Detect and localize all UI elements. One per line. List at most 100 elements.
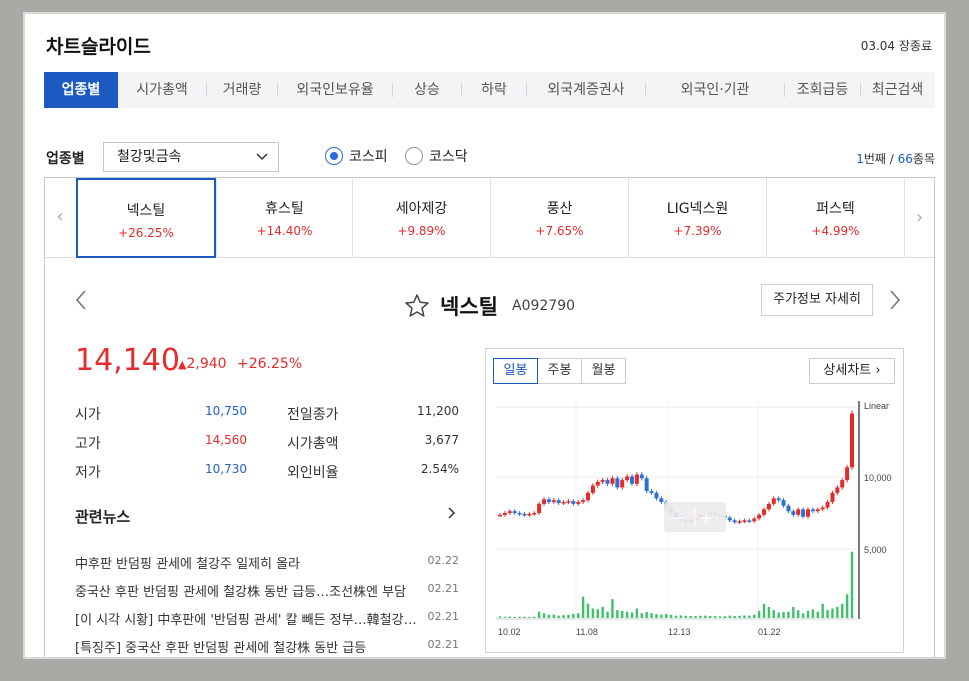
candle-body xyxy=(532,513,537,515)
candle-body xyxy=(610,478,615,484)
candle-body xyxy=(522,513,527,516)
quote-value-prev-close: 11,200 xyxy=(417,404,459,418)
candle-body xyxy=(776,498,781,501)
candle-body xyxy=(586,492,590,501)
volume-bar xyxy=(528,617,531,618)
next-stock-icon[interactable] xyxy=(887,288,903,318)
quote-label: 시가 xyxy=(75,407,101,423)
quote-label: 시가총액 xyxy=(287,436,339,452)
tab-foreign-broker[interactable]: 외국계증권사 xyxy=(527,72,645,108)
zoom-in-icon[interactable]: + xyxy=(700,508,712,530)
volume-bar xyxy=(640,613,643,618)
quote-label: 외인비율 xyxy=(287,465,339,481)
candle-body xyxy=(605,480,610,484)
news-item[interactable]: [특징주] 중국산 후판 반덤핑 관세에 철강株 동반 급등 02.21 xyxy=(75,637,459,656)
tab-fall[interactable]: 하락 xyxy=(462,72,526,108)
candle-body xyxy=(757,514,762,519)
tab-industry[interactable]: 업종별 xyxy=(44,72,118,108)
stock-card[interactable]: LIG넥스원 +7.39% xyxy=(628,178,766,258)
volume-bar xyxy=(699,615,702,618)
scale-label: Linear xyxy=(864,401,889,411)
radio-kospi-label: 코스피 xyxy=(349,149,388,165)
stock-card[interactable]: 넥스틸 +26.25% xyxy=(76,178,216,258)
zoom-out-icon[interactable]: − xyxy=(672,508,684,530)
volume-bar xyxy=(533,616,536,618)
radio-kosdaq-label: 코스닥 xyxy=(429,149,468,165)
candle-body xyxy=(850,413,854,468)
volume-bar xyxy=(777,612,780,618)
volume-bar xyxy=(542,613,546,618)
tab-daily[interactable]: 일봉 xyxy=(493,358,538,384)
volume-bar xyxy=(821,603,824,618)
tab-search-surge[interactable]: 조회급등 xyxy=(785,72,860,108)
chevron-right-icon[interactable]: › xyxy=(904,178,934,258)
detail-chart-button[interactable]: 상세차트 › xyxy=(809,358,895,384)
volume-bar xyxy=(660,614,663,618)
stock-card[interactable]: 풍산 +7.65% xyxy=(490,178,628,258)
news-more-icon[interactable] xyxy=(447,504,457,526)
stock-card-name: 넥스틸 xyxy=(126,203,166,219)
news-item[interactable]: [이 시각 시황] 中후판에 '반덤핑 관세' 칼 빼든 정부…韓철강 반등 0… xyxy=(75,609,459,628)
tab-foreign-ownership[interactable]: 외국인보유율 xyxy=(278,72,392,108)
volume-bar xyxy=(728,615,731,618)
chevron-left-icon[interactable]: ‹ xyxy=(45,206,75,227)
tab-foreign-institution[interactable]: 외국인·기관 xyxy=(646,72,784,108)
volume-bar xyxy=(606,611,609,618)
candle-body xyxy=(659,498,664,503)
volume-bar xyxy=(850,551,854,618)
candle-body xyxy=(571,501,576,504)
tab-weekly[interactable]: 주봉 xyxy=(537,358,582,384)
candle-body xyxy=(810,509,815,512)
volume-bar xyxy=(586,603,590,618)
quote-value-open: 10,750 xyxy=(205,404,247,418)
x-tick-label: 11.08 xyxy=(576,627,598,637)
radio-kosdaq[interactable]: 코스닥 xyxy=(405,146,468,166)
tab-monthly[interactable]: 월봉 xyxy=(581,358,626,384)
price-axis-label: 10,000 xyxy=(864,473,892,483)
stock-name: 넥스틸 xyxy=(440,295,498,319)
candle-body xyxy=(644,478,649,492)
volume-bar xyxy=(762,603,766,618)
volume-bar xyxy=(723,616,727,618)
radio-kospi[interactable]: 코스피 xyxy=(325,146,388,166)
volume-bar xyxy=(806,610,810,618)
volume-bar xyxy=(787,611,790,618)
market-status: 03.04 장종료 xyxy=(860,39,932,53)
news-headline: [특징주] 중국산 후판 반덤핑 관세에 철강株 동반 급등 xyxy=(75,641,367,656)
stock-card-change: +4.99% xyxy=(811,224,860,238)
star-icon[interactable] xyxy=(404,293,430,322)
x-tick-label: 01.22 xyxy=(758,627,781,637)
stock-card[interactable]: 퍼스텍 +4.99% xyxy=(766,178,904,258)
price-change: ▲2,940 +26.25% xyxy=(178,356,302,372)
volume-bar xyxy=(694,616,697,618)
volume-bar xyxy=(547,614,551,618)
volume-bar xyxy=(845,594,849,618)
candle-body xyxy=(620,480,625,488)
candle-body xyxy=(825,502,830,508)
candle-body xyxy=(742,520,747,522)
news-item[interactable]: 중국산 후판 반덤핑 관세에 철강株 동반 급등…조선株엔 부담 02.21 xyxy=(75,581,459,600)
tab-volume[interactable]: 거래량 xyxy=(207,72,277,108)
candle-body xyxy=(507,511,512,514)
volume-bar xyxy=(782,612,785,618)
industry-select[interactable]: 철강및금속 xyxy=(103,142,279,172)
volume-axis-label: 5,000 xyxy=(864,545,887,555)
x-tick-label: 12.13 xyxy=(668,627,691,637)
volume-bar xyxy=(826,610,829,618)
volume-bar xyxy=(713,616,717,618)
tab-market-cap[interactable]: 시가총액 xyxy=(118,72,206,108)
tab-recent-search[interactable]: 최근검색 xyxy=(861,72,934,108)
stock-card[interactable]: 세아제강 +9.89% xyxy=(352,178,490,258)
stock-card[interactable]: 휴스틸 +14.40% xyxy=(216,178,352,258)
news-item[interactable]: 中후판 반덤핑 관세에 철강주 일제히 올라 02.22 xyxy=(75,553,459,572)
volume-bar xyxy=(513,616,516,618)
volume-bar xyxy=(718,616,722,618)
stock-detail-button[interactable]: 주가정보 자세히 xyxy=(761,284,873,316)
tab-rise[interactable]: 상승 xyxy=(393,72,461,108)
prev-stock-icon[interactable] xyxy=(73,288,89,318)
candle-body xyxy=(796,509,801,515)
chevron-down-icon xyxy=(256,143,268,181)
volume-bar xyxy=(625,611,629,618)
candle-body xyxy=(737,521,742,523)
volume-bar xyxy=(801,613,805,618)
